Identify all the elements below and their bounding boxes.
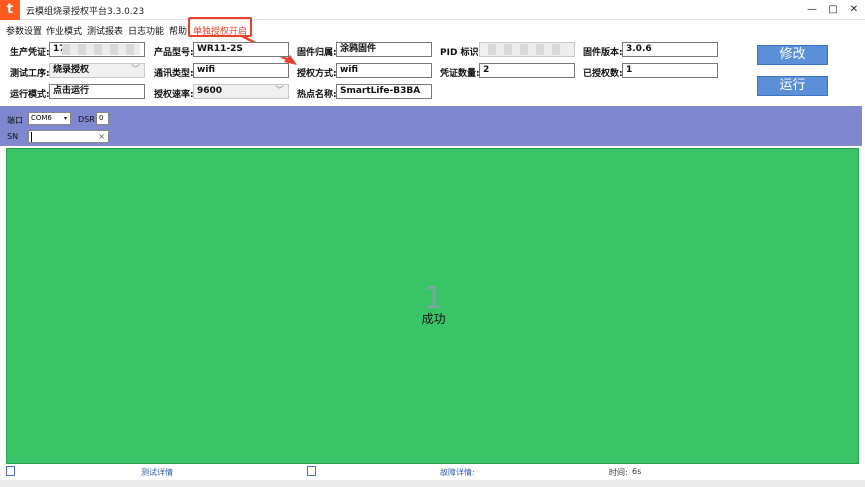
run-mode-label: 运行模式: (10, 90, 50, 100)
minimize-button[interactable]: — (803, 2, 821, 18)
auth-rate-label: 授权速率: (154, 90, 194, 100)
auth-method-field[interactable]: wifi (336, 63, 432, 78)
redacted-block (62, 44, 140, 55)
maximize-button[interactable]: □ (824, 2, 842, 18)
authorized-count-field[interactable]: 1 (622, 63, 718, 78)
credential-count-field[interactable]: 2 (479, 63, 575, 78)
modify-button[interactable]: 修改 (757, 45, 828, 65)
run-button[interactable]: 运行 (757, 76, 828, 96)
credential-count-label: 凭证数量: (440, 69, 480, 79)
port-value: COM6 (31, 114, 52, 122)
product-model-field[interactable]: WR11-2S (193, 42, 289, 57)
comm-type-field[interactable]: wifi (193, 63, 289, 78)
firmware-owner-label: 固件归属: (297, 48, 337, 58)
result-panel: 1 成功 (6, 148, 859, 464)
text-cursor (31, 132, 32, 142)
close-button[interactable]: ✕ (845, 2, 863, 18)
window-bottom-edge (0, 480, 865, 487)
test-process-value: 烧录授权 (53, 65, 90, 75)
pid-field[interactable] (479, 42, 575, 57)
product-model-label: 产品型号: (154, 48, 194, 58)
dropdown-arrow-icon: ▾ (63, 115, 67, 122)
auth-method-label: 授权方式: (297, 69, 337, 79)
sn-label: SN (7, 132, 19, 141)
clear-icon[interactable]: × (98, 131, 105, 142)
redacted-block (488, 44, 568, 55)
run-mode-field[interactable]: 点击运行 (49, 84, 145, 99)
document-icon[interactable] (6, 466, 15, 476)
port-panel: 端口 COM6 ▾ DSR 0 SN × (0, 106, 862, 146)
status-bar: 测试详情 故障详情: 时间: 6s (0, 465, 865, 479)
test-details-link[interactable]: 测试详情 (141, 467, 173, 478)
test-process-select[interactable]: 烧录授权 ﹀ (49, 63, 145, 78)
time-value: 6s (632, 467, 642, 476)
hotspot-name-field[interactable]: SmartLife-B3BA (336, 84, 432, 99)
chevron-down-icon: ﹀ (130, 65, 140, 75)
param-panel: 生产凭证: 17 产品型号: WR11-2S 固件归属: 涂鸦固件 PID 标识… (0, 38, 865, 106)
port-select[interactable]: COM6 ▾ (28, 112, 71, 125)
production-credential-label: 生产凭证: (10, 48, 50, 58)
auth-rate-select[interactable]: 9600 ﹀ (193, 84, 289, 99)
firmware-version-field[interactable]: 3.0.6 (622, 42, 718, 57)
test-process-label: 测试工序: (10, 69, 50, 79)
auth-rate-value: 9600 (197, 86, 223, 96)
document-icon[interactable] (307, 466, 316, 476)
production-credential-field[interactable]: 17 (49, 42, 145, 57)
pid-label: PID 标识: (440, 48, 483, 58)
port-label: 端口 (7, 116, 23, 125)
hotspot-name-label: 热点名称: (297, 90, 337, 100)
time-label: 时间: (609, 468, 628, 477)
result-status: 成功 (421, 312, 446, 326)
sn-input[interactable]: × (28, 130, 109, 143)
firmware-version-label: 固件版本: (583, 48, 623, 58)
comm-type-label: 通讯类型: (154, 69, 194, 79)
firmware-owner-field[interactable]: 涂鸦固件 (336, 42, 432, 57)
dsr-label: DSR (78, 115, 95, 124)
authorized-count-label: 已授权数: (583, 69, 623, 79)
chevron-down-icon: ﹀ (274, 86, 284, 96)
fault-details-label[interactable]: 故障详情: (440, 467, 475, 478)
dsr-value-field: 0 (96, 112, 109, 125)
